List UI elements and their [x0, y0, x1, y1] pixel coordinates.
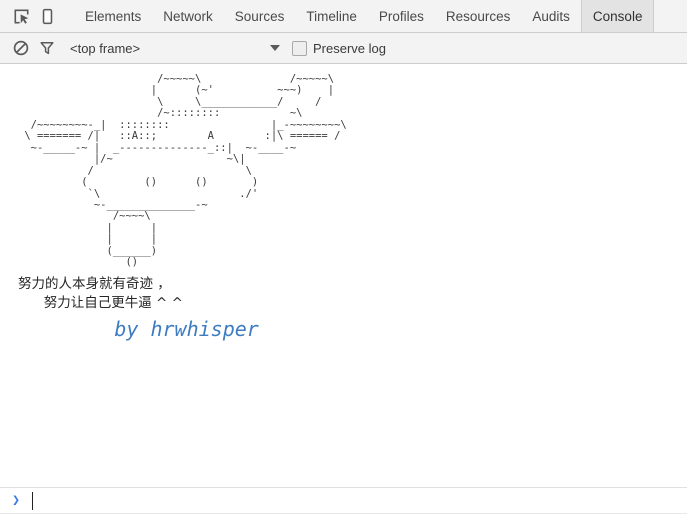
console-filterbar: <top frame> Preserve log [0, 33, 687, 64]
tab-sources[interactable]: Sources [224, 0, 296, 32]
console-signature: by hrwhisper [18, 316, 259, 341]
execution-context-value: <top frame> [70, 40, 141, 56]
devtools-window: Elements Network Sources Timeline Profil… [0, 0, 687, 516]
tab-network[interactable]: Network [152, 0, 224, 32]
preserve-log-checkbox[interactable] [292, 40, 307, 56]
tab-audits[interactable]: Audits [521, 0, 581, 32]
filter-funnel-icon[interactable] [34, 36, 60, 60]
device-toolbar-icon[interactable] [34, 3, 60, 29]
preserve-log-toggle[interactable]: Preserve log [292, 40, 386, 56]
console-text-line-1: 努力的人本身就有奇迹 ， [18, 275, 171, 292]
tab-audits-label: Audits [532, 8, 570, 24]
console-prompt-row[interactable]: ❯ [0, 487, 687, 513]
preserve-log-label: Preserve log [313, 40, 386, 56]
console-prompt-input[interactable] [32, 491, 687, 510]
tab-resources-label: Resources [445, 8, 511, 24]
tab-profiles-label: Profiles [378, 8, 424, 24]
tab-resources[interactable]: Resources [435, 0, 522, 32]
tab-sources-label: Sources [234, 8, 285, 24]
tab-profiles[interactable]: Profiles [368, 0, 435, 32]
inspect-element-icon[interactable] [8, 3, 34, 29]
clear-console-icon[interactable] [8, 36, 34, 60]
tab-console[interactable]: Console [580, 0, 655, 32]
panel-tabs: Elements Network Sources Timeline Profil… [74, 0, 687, 32]
tabbar-icon-group [0, 0, 74, 32]
tab-console-label: Console [592, 8, 643, 24]
console-message-area[interactable]: /~~~~~\ /~~~~~\ | (~' ~~~) | \ \________… [0, 64, 687, 487]
tab-timeline[interactable]: Timeline [295, 0, 368, 32]
execution-context-selector[interactable]: <top frame> [70, 41, 292, 56]
chevron-down-icon [270, 45, 280, 51]
prompt-chevron-icon: ❯ [12, 493, 20, 508]
tab-elements[interactable]: Elements [74, 0, 152, 32]
tab-timeline-label: Timeline [306, 8, 357, 24]
tab-elements-label: Elements [85, 8, 142, 24]
ascii-art-message: /~~~~~\ /~~~~~\ | (~' ~~~) | \ \________… [24, 73, 347, 269]
console-text-line-2: 努力让自己更牛逼 ^ ^ [18, 294, 183, 311]
tab-network-label: Network [163, 8, 213, 24]
devtools-tabbar: Elements Network Sources Timeline Profil… [0, 0, 687, 33]
